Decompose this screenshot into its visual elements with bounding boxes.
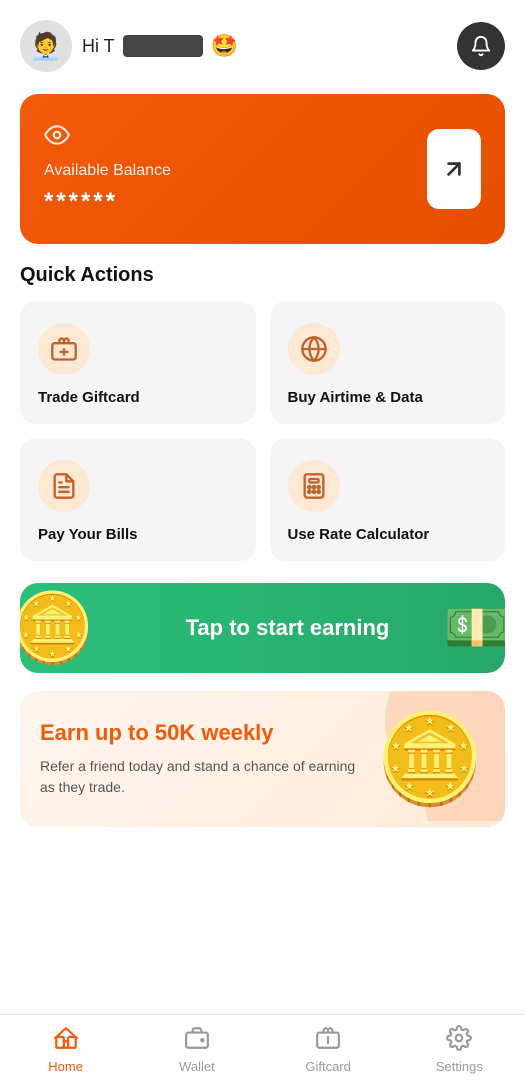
giftcard-icon	[315, 1025, 341, 1055]
nav-wallet[interactable]: Wallet	[131, 1025, 262, 1074]
balance-label: Available Balance	[44, 162, 171, 180]
notification-button[interactable]	[457, 22, 505, 70]
earn-banner[interactable]: 🪙 Tap to start earning 💵	[20, 583, 505, 673]
balance-amount: ******	[44, 188, 171, 216]
giftcard-label: Giftcard	[305, 1059, 351, 1074]
trade-giftcard-button[interactable]: Trade Giftcard	[20, 301, 256, 424]
settings-label: Settings	[436, 1059, 483, 1074]
app-header: 🧑‍💼 Hi T 🤩	[0, 0, 525, 82]
settings-icon	[446, 1025, 472, 1055]
buy-airtime-icon	[288, 323, 340, 375]
arrow-up-right-icon	[441, 156, 467, 182]
trade-giftcard-icon	[38, 323, 90, 375]
earn-money-icon: 💵	[444, 601, 505, 655]
user-name-blur	[123, 35, 203, 57]
rate-calculator-button[interactable]: Use Rate Calculator	[270, 438, 506, 561]
nav-settings[interactable]: Settings	[394, 1025, 525, 1074]
earn-banner-text: Tap to start earning	[40, 615, 485, 641]
eye-icon[interactable]	[44, 122, 171, 154]
greeting: Hi T 🤩	[82, 33, 238, 59]
quick-actions-grid: Trade Giftcard Buy Airtime & Data	[20, 301, 505, 561]
pay-bills-label: Pay Your Bills	[38, 526, 238, 543]
greeting-text: Hi T	[82, 36, 115, 57]
rate-calculator-icon	[288, 460, 340, 512]
bottom-nav: Home Wallet Giftcard	[0, 1014, 525, 1080]
balance-info: Available Balance ******	[44, 122, 171, 216]
pay-bills-button[interactable]: Pay Your Bills	[20, 438, 256, 561]
buy-airtime-label: Buy Airtime & Data	[288, 389, 488, 406]
home-icon	[53, 1025, 79, 1055]
buy-airtime-button[interactable]: Buy Airtime & Data	[270, 301, 506, 424]
nav-home[interactable]: Home	[0, 1025, 131, 1074]
trade-giftcard-label: Trade Giftcard	[38, 389, 238, 406]
wallet-icon	[184, 1025, 210, 1055]
pay-bills-icon	[38, 460, 90, 512]
quick-actions-title: Quick Actions	[20, 264, 505, 287]
greeting-emoji: 🤩	[211, 33, 238, 59]
bell-icon	[470, 35, 492, 57]
earn-coin-icon: 🪙	[20, 594, 95, 662]
refer-coin-icon: 🪙	[375, 715, 485, 803]
avatar[interactable]: 🧑‍💼	[20, 20, 72, 72]
balance-card[interactable]: Available Balance ******	[20, 94, 505, 244]
home-label: Home	[48, 1059, 83, 1074]
balance-navigate-button[interactable]	[427, 129, 481, 209]
wallet-label: Wallet	[179, 1059, 215, 1074]
refer-banner[interactable]: Earn up to 50K weekly Refer a friend tod…	[20, 691, 505, 827]
nav-giftcard[interactable]: Giftcard	[263, 1025, 394, 1074]
rate-calculator-label: Use Rate Calculator	[288, 526, 488, 543]
